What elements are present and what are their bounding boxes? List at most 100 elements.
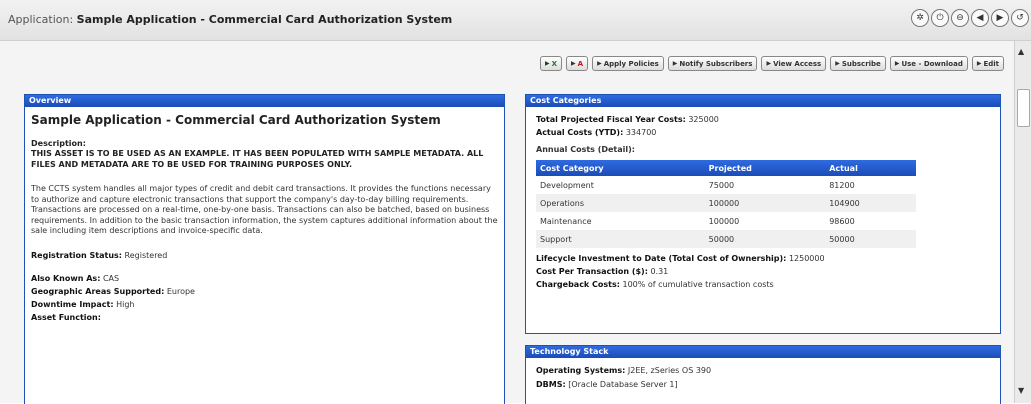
downtime-impact: Downtime Impact: High bbox=[31, 298, 498, 311]
actual-value: 334700 bbox=[625, 128, 657, 137]
cost-per-transaction: Cost Per Transaction ($): 0.31 bbox=[536, 265, 990, 278]
arrow-right-icon: ▶ bbox=[545, 60, 550, 67]
nav-icons: ✲ ⏻ ⊖ ◀ ▶ ↺ bbox=[911, 9, 1029, 27]
os-value: J2EE, zSeries OS 390 bbox=[627, 366, 712, 375]
arrow-right-icon: ▶ bbox=[835, 60, 840, 67]
excel-icon: X bbox=[551, 59, 558, 68]
geographic-areas: Geographic Areas Supported: Europe bbox=[31, 285, 498, 298]
annual-costs-label: Annual Costs (Detail): bbox=[536, 145, 635, 154]
column-header: Projected bbox=[704, 160, 826, 176]
technology-stack-panel: Technology Stack Operating Systems: J2EE… bbox=[525, 345, 1001, 404]
table-cell: Development bbox=[540, 180, 594, 190]
total-label: Total Projected Fiscal Year Costs: bbox=[536, 115, 686, 124]
chargeback-costs: Chargeback Costs: 100% of cumulative tra… bbox=[536, 278, 990, 291]
table-cell: 100000 bbox=[704, 194, 826, 212]
pdf-icon: A bbox=[577, 59, 584, 68]
notify-subscribers-button[interactable]: ▶ Notify Subscribers bbox=[667, 56, 758, 71]
refresh-icon[interactable]: ↺ bbox=[1011, 9, 1029, 27]
arrow-right-icon: ▶ bbox=[571, 60, 576, 67]
actual-costs: Actual Costs (YTD): 334700 bbox=[536, 126, 990, 139]
subscribe-label: Subscribe bbox=[841, 59, 881, 68]
table-cell: Maintenance bbox=[540, 216, 592, 226]
info-icon[interactable]: ⏻ bbox=[931, 9, 949, 27]
vertical-scrollbar[interactable]: ▲ ▼ bbox=[1014, 41, 1031, 403]
forward-icon[interactable]: ▶ bbox=[991, 9, 1009, 27]
arrow-right-icon: ▶ bbox=[597, 60, 602, 67]
table-cell: Support bbox=[536, 230, 705, 248]
table-cell: 100000 bbox=[708, 216, 740, 226]
per-tx-value: 0.31 bbox=[650, 267, 669, 276]
table-cell: 50000 bbox=[825, 230, 916, 248]
apply-policies-button[interactable]: ▶ Apply Policies bbox=[592, 56, 664, 71]
help-icon[interactable]: ✲ bbox=[911, 9, 929, 27]
page-title: Application: Sample Application - Commer… bbox=[8, 13, 452, 26]
geo-value: Europe bbox=[166, 286, 195, 296]
back-icon[interactable]: ◀ bbox=[971, 9, 989, 27]
minus-icon[interactable]: ⊖ bbox=[951, 9, 969, 27]
registration-label: Registration Status: bbox=[31, 250, 122, 260]
cost-categories-panel: Cost Categories Total Projected Fiscal Y… bbox=[525, 94, 1001, 334]
table-cell: 81200 bbox=[829, 180, 855, 190]
scroll-up-icon[interactable]: ▲ bbox=[1018, 47, 1024, 56]
tech-body: Operating Systems: J2EE, zSeries OS 390 … bbox=[526, 358, 1000, 398]
lifecycle-value: 1250000 bbox=[788, 254, 825, 263]
arrow-right-icon: ▶ bbox=[894, 60, 900, 67]
scroll-down-icon[interactable]: ▼ bbox=[1018, 386, 1024, 395]
asset-title: Sample Application - Commercial Card Aut… bbox=[31, 113, 441, 127]
edit-label: Edit bbox=[983, 59, 999, 68]
export-excel-button[interactable]: ▶ X bbox=[540, 56, 563, 71]
view-access-button[interactable]: ▶ View Access bbox=[761, 56, 827, 71]
table-row: Support 50000 50000 bbox=[536, 230, 916, 248]
application-name: Sample Application - Commercial Card Aut… bbox=[76, 13, 453, 26]
overview-body: Sample Application - Commercial Card Aut… bbox=[25, 107, 504, 328]
cost-body: Total Projected Fiscal Year Costs: 32500… bbox=[526, 107, 1000, 297]
apply-policies-label: Apply Policies bbox=[603, 59, 659, 68]
downtime-value: High bbox=[116, 299, 135, 309]
total-projected-costs: Total Projected Fiscal Year Costs: 32500… bbox=[536, 113, 990, 126]
table-cell: 50000 bbox=[704, 230, 826, 248]
title-prefix: Application: bbox=[8, 13, 77, 26]
table-cell: Operations bbox=[536, 194, 705, 212]
dbms-value: [Oracle Database Server 1] bbox=[568, 380, 678, 389]
table-cell: 75000 bbox=[708, 180, 735, 190]
dbms: DBMS: [Oracle Database Server 1] bbox=[536, 378, 990, 392]
dbms-label: DBMS: bbox=[536, 380, 566, 389]
cost-table: Cost Category Projected Actual Developme… bbox=[536, 160, 916, 248]
table-row: Development 75000 81200 bbox=[536, 176, 916, 194]
use-download-label: Use - Download bbox=[901, 59, 963, 68]
downtime-label: Downtime Impact: bbox=[31, 299, 114, 309]
total-value: 325000 bbox=[688, 115, 719, 124]
notify-subscribers-label: Notify Subscribers bbox=[679, 59, 753, 68]
cost-header: Cost Categories bbox=[526, 95, 1000, 107]
table-row: Operations 100000 104900 bbox=[536, 194, 916, 212]
scrollbar-thumb[interactable] bbox=[1017, 89, 1030, 127]
asset-function: Asset Function: bbox=[31, 311, 498, 324]
arrow-right-icon: ▶ bbox=[672, 60, 678, 67]
per-tx-label: Cost Per Transaction ($): bbox=[536, 267, 648, 276]
table-cell: 98600 bbox=[829, 216, 855, 226]
export-pdf-button[interactable]: ▶ A bbox=[566, 56, 589, 71]
chargeback-value: 100% of cumulative transaction costs bbox=[622, 280, 774, 289]
use-download-button[interactable]: ▶ Use - Download bbox=[889, 56, 968, 71]
aka-value: CAS bbox=[102, 273, 120, 283]
actual-label: Actual Costs (YTD): bbox=[536, 128, 624, 137]
toolbar-buttons: ▶ X ▶ A ▶ Apply Policies ▶ Notify Subscriber… bbox=[540, 56, 1004, 71]
os-label: Operating Systems: bbox=[536, 366, 626, 375]
column-header: Actual bbox=[825, 160, 916, 176]
table-row: Maintenance 100000 98600 bbox=[536, 212, 916, 230]
tech-header: Technology Stack bbox=[526, 346, 1000, 358]
registration-value: Registered bbox=[124, 250, 168, 260]
description-notice: THIS ASSET IS TO BE USED AS AN EXAMPLE. … bbox=[31, 149, 484, 169]
subscribe-button[interactable]: ▶ Subscribe bbox=[830, 56, 886, 71]
column-header: Cost Category bbox=[536, 160, 705, 176]
toolbar: ▶ X ▶ A ▶ Apply Policies ▶ Notify Subscriber… bbox=[0, 41, 1014, 83]
title-bar: Application: Sample Application - Commer… bbox=[0, 0, 1031, 41]
aka-label: Also Known As: bbox=[31, 273, 101, 283]
description-label: Description: bbox=[31, 139, 86, 148]
function-label: Asset Function: bbox=[31, 312, 101, 322]
lifecycle-investment: Lifecycle Investment to Date (Total Cost… bbox=[536, 252, 990, 265]
overview-header: Overview bbox=[25, 95, 504, 107]
edit-button[interactable]: ▶ Edit bbox=[971, 56, 1004, 71]
chargeback-label: Chargeback Costs: bbox=[536, 280, 620, 289]
operating-systems: Operating Systems: J2EE, zSeries OS 390 bbox=[536, 364, 990, 378]
